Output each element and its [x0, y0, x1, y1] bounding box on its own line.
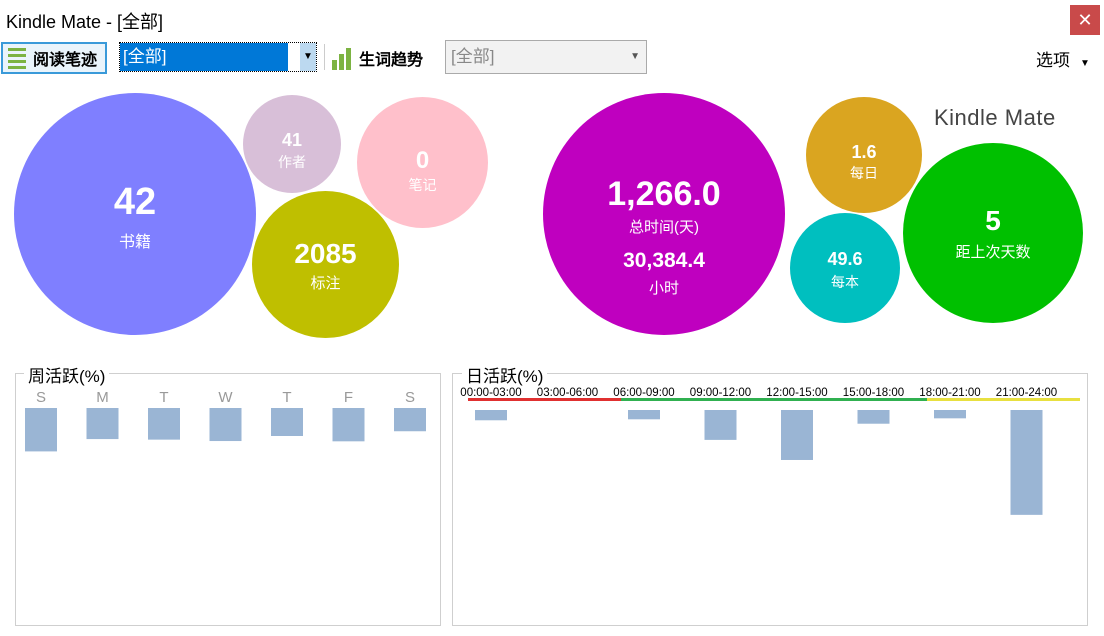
reading-filter-value: [全部]	[120, 43, 288, 71]
reading-filter-dropdown[interactable]: [全部] ▼	[119, 42, 317, 72]
per-book-bubble: 49.6 每本	[790, 213, 900, 323]
authors-count: 41	[281, 130, 303, 150]
hour-range-label: 09:00-12:00	[690, 387, 751, 399]
books-count: 42	[113, 181, 157, 223]
chevron-down-icon: ▼	[1080, 58, 1090, 69]
period-band	[774, 398, 851, 401]
kindle-mate-logo: Kindle Mate	[934, 105, 1056, 130]
hour-range-label: 21:00-24:00	[996, 387, 1057, 399]
weekday-bar	[86, 408, 119, 440]
days-since-bubble: 5 距上次天数	[903, 143, 1083, 323]
notes-bubble: 0 笔记	[357, 97, 488, 228]
total-days-label: 总时间(天)	[629, 219, 699, 236]
hour-bar	[475, 410, 507, 421]
period-band	[544, 398, 621, 401]
period-band	[1003, 398, 1080, 401]
weekday-bar	[271, 408, 303, 436]
per-book-value: 49.6	[827, 249, 863, 269]
period-band	[621, 398, 698, 401]
close-button[interactable]: ✕	[1070, 5, 1100, 35]
daily-value: 1.6	[851, 142, 877, 162]
per-book-label: 每本	[831, 274, 859, 290]
days-since-label: 距上次天数	[955, 244, 1031, 261]
word-filter-dropdown[interactable]: [全部] ▼	[445, 40, 647, 74]
period-band	[697, 398, 774, 401]
hour-bar	[1010, 410, 1043, 515]
hour-bar	[628, 410, 660, 420]
daily-activity-chart: 00:00-03:00 03:00-06:00 06:00-09:00 09:00-1…	[460, 387, 1080, 515]
weekday-bar	[209, 408, 242, 442]
chevron-down-icon[interactable]: ▼	[300, 43, 316, 71]
weekday-label: W	[218, 389, 233, 406]
period-band	[468, 398, 545, 401]
options-label: 选项	[1036, 51, 1070, 70]
weekday-label: T	[159, 389, 168, 406]
authors-label: 作者	[278, 154, 306, 170]
hour-bar	[704, 410, 737, 440]
total-hours-label: 小时	[648, 280, 679, 297]
weekday-bar	[394, 408, 426, 432]
weekday-label: M	[96, 389, 109, 406]
notes-count: 0	[415, 147, 430, 174]
highlights-label: 标注	[310, 275, 341, 292]
highlights-count: 2085	[294, 238, 357, 269]
word-trend-label: 生词趋势	[359, 52, 424, 69]
list-icon	[8, 48, 26, 69]
books-label: 书籍	[118, 234, 151, 251]
hour-range-label: 03:00-06:00	[537, 387, 598, 399]
options-menu[interactable]: 选项 ▼	[1036, 46, 1090, 71]
weekday-label: T	[282, 389, 291, 406]
hour-range-label: 12:00-15:00	[766, 387, 827, 399]
days-since-value: 5	[985, 205, 1001, 236]
hour-range-label: 18:00-21:00	[919, 387, 980, 399]
total-hours: 30,384.4	[623, 249, 705, 272]
hour-range-label: 15:00-18:00	[843, 387, 904, 399]
highlights-bubble: 2085 标注	[252, 191, 399, 338]
word-filter-value: [全部]	[451, 47, 495, 66]
reading-notes-label: 阅读笔迹	[33, 52, 98, 69]
notes-label: 笔记	[408, 177, 437, 193]
bar-chart-icon	[332, 48, 351, 70]
hour-bar	[934, 410, 966, 419]
hour-bar	[857, 410, 890, 424]
weekday-label: F	[344, 389, 353, 406]
weekly-activity-chart: SMTWTFS	[25, 389, 426, 452]
hour-range-label: 06:00-09:00	[613, 387, 674, 399]
weekday-label: S	[405, 389, 415, 406]
window-title: Kindle Mate - [全部]	[6, 12, 164, 32]
weekday-bar	[148, 408, 180, 440]
daily-label: 每日	[850, 165, 878, 181]
reading-notes-button[interactable]: 阅读笔迹	[1, 42, 108, 74]
authors-bubble: 41 作者	[243, 95, 341, 193]
weekday-label: S	[36, 389, 46, 406]
total-days: 1,266.0	[607, 175, 721, 213]
weekday-bar	[25, 408, 57, 452]
close-icon: ✕	[1077, 10, 1093, 30]
books-bubble: 42 书籍	[14, 93, 256, 335]
chevron-down-icon: ▼	[630, 51, 640, 62]
daily-bubble: 1.6 每日	[806, 97, 922, 213]
hour-bar	[781, 410, 813, 460]
toolbar: 阅读笔迹 [全部] ▼ 生词趋势 [全部] ▼ 选项 ▼	[0, 38, 1104, 78]
hour-range-label: 00:00-03:00	[460, 387, 521, 399]
title-bar: Kindle Mate - [全部] ✕	[0, 0, 1104, 38]
period-band	[850, 398, 927, 401]
word-trend-button[interactable]: 生词趋势	[330, 44, 423, 72]
toolbar-divider	[324, 44, 325, 70]
weekday-bar	[332, 408, 365, 442]
period-band	[927, 398, 1004, 401]
total-time-bubble: 1,266.0 总时间(天) 30,384.4 小时	[543, 93, 785, 335]
